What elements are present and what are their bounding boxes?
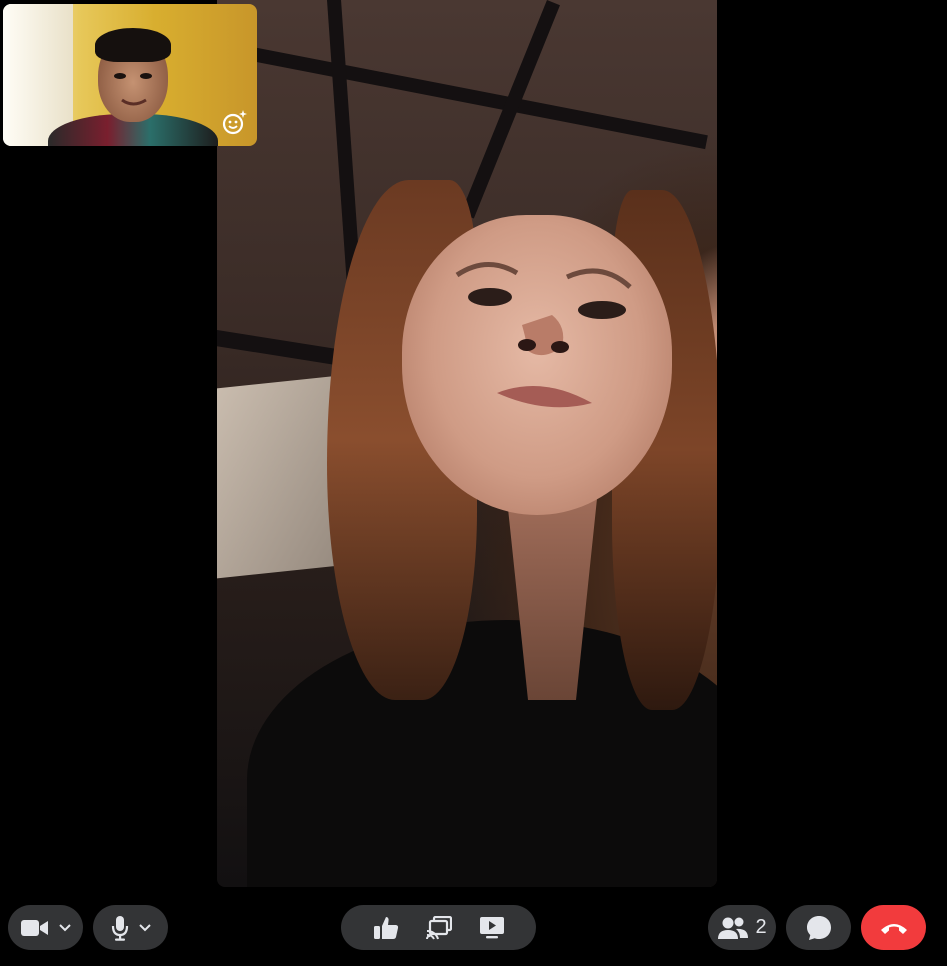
end-call-button[interactable] — [861, 905, 926, 950]
self-view-thumbnail[interactable] — [3, 4, 257, 146]
video-camera-icon[interactable] — [20, 918, 49, 938]
chevron-down-icon[interactable] — [138, 923, 151, 932]
microphone-control[interactable] — [93, 905, 168, 950]
chevron-down-icon[interactable] — [58, 923, 71, 932]
participant-count: 2 — [755, 916, 767, 938]
ceiling-beam — [217, 40, 708, 150]
chat-bubble-icon — [806, 915, 832, 941]
participants-button[interactable]: 2 — [708, 905, 776, 950]
microphone-icon[interactable] — [111, 915, 129, 941]
screen-share-icon[interactable] — [470, 906, 514, 950]
remote-video-feed — [217, 0, 717, 887]
camera-control[interactable] — [8, 905, 83, 950]
thumbs-up-icon[interactable] — [364, 906, 408, 950]
chat-button[interactable] — [786, 905, 851, 950]
center-controls — [341, 905, 536, 950]
effects-smiley-icon[interactable] — [221, 108, 249, 136]
self-person-hair — [95, 28, 171, 62]
face-features — [455, 262, 632, 408]
cast-screen-icon[interactable] — [417, 906, 461, 950]
hang-up-icon — [880, 921, 908, 935]
remote-person-face — [402, 215, 672, 515]
people-icon — [717, 916, 749, 940]
